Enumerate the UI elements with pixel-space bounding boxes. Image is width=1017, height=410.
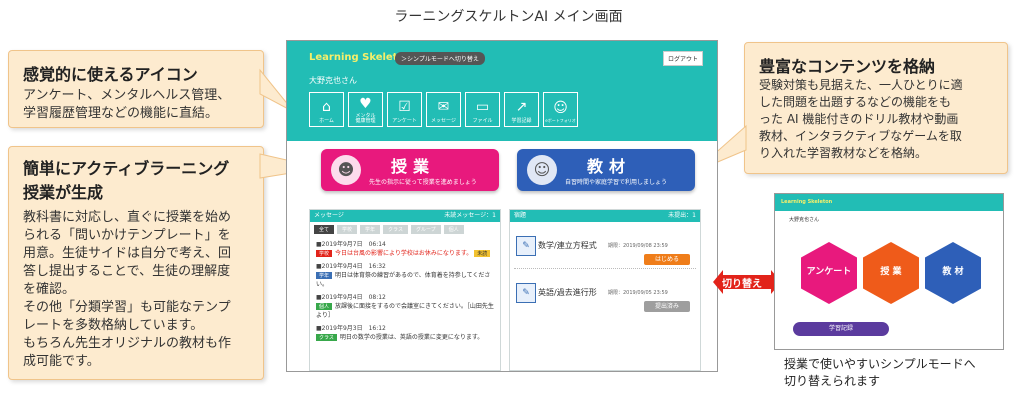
lesson-title: 授業 <box>391 157 436 176</box>
simple-lesson-button[interactable]: 授 業 <box>863 242 919 304</box>
message-panel: メッセージ 未読メッセージ：1 全て 学校 学年 クラス グループ 個人 ■20… <box>309 209 501 371</box>
mental-health-button[interactable]: ♥ メンタル 健康管理 <box>348 92 383 127</box>
callout-active-learning: 簡単にアクティブラーニング 授業が生成 教科書に対応し、直ぐに授業を始め られる… <box>8 146 264 380</box>
simple-survey-button[interactable]: アンケート <box>801 242 857 304</box>
list-item[interactable]: ■2019年9月3日 16:12 クラス 明日の数学の授業は、英語の授業に変更にな… <box>310 321 500 343</box>
student-icon: ☺ <box>527 155 557 185</box>
heart-icon: ♥ <box>359 96 372 112</box>
message-text: 明日の数学の授業は、英語の授業に変更になります。 <box>339 334 484 341</box>
lesson-button[interactable]: ☻ 授業 先生の指示に従って授業を進めましょう <box>321 149 499 191</box>
callout-intuitive-icons: 感覚的に使えるアイコン アンケート、メンタルヘルス管理、 学習履歴管理などの機能… <box>8 50 264 128</box>
unsubmitted-count: 未提出：1 <box>668 212 696 219</box>
homework-title: 英語/過去進行形 <box>538 288 597 297</box>
unread-badge: 未読 <box>474 250 491 257</box>
message-header: メッセージ <box>314 212 344 219</box>
callout-body: アンケート、メンタルヘルス管理、 学習履歴管理などの機能に直結。 <box>23 88 231 121</box>
start-button[interactable]: はじめる <box>644 254 690 265</box>
header-bar: Learning Skeleton ＞シンプルモードへ切り替え ログアウト 大野… <box>287 41 717 141</box>
list-item: ✎ 数学/連立方程式 期限：2019/09/08 23:59 はじめる <box>514 222 696 269</box>
file-button[interactable]: ▭ ファイル <box>465 92 500 127</box>
home-button[interactable]: ⌂ ホーム <box>309 92 344 127</box>
learning-record-button[interactable]: ↗ 学習記録 <box>504 92 539 127</box>
lesson-subtitle: 先生の指示に従って授業を進めましょう <box>369 179 477 186</box>
callout-body: 受験対策も見据えた、一人ひとりに適 した問題を出題するなどの機能をも った AI… <box>759 78 963 160</box>
callout-title: 豊富なコンテンツを格納 <box>759 57 936 76</box>
pencil-icon: ✎ <box>516 236 536 256</box>
callout-title: 簡単にアクティブラーニング 授業が生成 <box>23 159 230 202</box>
simple-material-button[interactable]: 教 材 <box>925 242 981 304</box>
message-tag: 学校 <box>316 250 333 257</box>
survey-button[interactable]: ☑ アンケート <box>387 92 422 127</box>
teacher-icon: ☻ <box>331 155 361 185</box>
folder-icon: ▭ <box>475 99 490 115</box>
message-tag: クラス <box>316 334 337 341</box>
tab-school[interactable]: 学校 <box>337 225 358 234</box>
list-item[interactable]: ■2019年9月4日 08:12 個人 放課後に面接をするので会議室にきてください… <box>310 290 500 321</box>
callout-body: 教科書に対応し、直ぐに授業を始め られる「問いかけテンプレート」を 用意。生徒サ… <box>23 210 232 369</box>
callout-title: 感覚的に使えるアイコン <box>23 65 198 84</box>
message-text: 今日は台風の影響により学校はお休みになります。 <box>335 250 473 257</box>
list-item[interactable]: ■2019年9月4日 16:32 学年 明日は体育祭の練習があるので、体育着を持参… <box>310 259 500 290</box>
chart-icon: ↗ <box>515 99 528 115</box>
tab-class[interactable]: クラス <box>383 225 408 234</box>
unread-count: 未読メッセージ：1 <box>444 212 496 219</box>
message-tabs: 全て 学校 学年 クラス グループ 個人 <box>310 222 500 237</box>
tab-group[interactable]: グループ <box>410 225 441 234</box>
homework-deadline: 期限：2019/09/08 23:59 <box>608 243 668 249</box>
pencil-icon: ✎ <box>516 283 536 303</box>
simple-caption: 授業で使いやすいシンプルモードへ 切り替えられます <box>784 357 976 388</box>
callout-rich-contents: 豊富なコンテンツを格納 受験対策も見据えた、一人ひとりに適 した問題を出題するな… <box>744 42 1008 174</box>
survey-icon: ☑ <box>398 99 411 115</box>
portfolio-icon: ☺ <box>553 100 568 116</box>
switch-label: 切り替え <box>722 279 762 290</box>
simple-mode-button[interactable]: ＞シンプルモードへ切り替え <box>395 52 485 65</box>
material-button[interactable]: ☺ 教材 自習時間や家庭学習で利用しましょう <box>517 149 695 191</box>
simple-record-button[interactable]: 学習記録 <box>793 322 889 336</box>
portfolio-button[interactable]: ☺ eポートフォリオ <box>543 92 578 127</box>
tab-grade[interactable]: 学年 <box>360 225 381 234</box>
material-title: 教材 <box>587 157 632 176</box>
list-item: ✎ 英語/過去進行形 期限：2019/09/05 23:59 提出済み <box>514 269 696 315</box>
message-text: 明日は体育祭の練習があるので、体育着を持参してください。 <box>316 272 491 288</box>
main-screen: Learning Skeleton ＞シンプルモードへ切り替え ログアウト 大野… <box>286 40 718 372</box>
message-tag: 個人 <box>316 303 333 310</box>
user-name: 大野克也さん <box>309 76 357 85</box>
home-icon: ⌂ <box>322 99 331 115</box>
submitted-button[interactable]: 提出済み <box>644 301 690 312</box>
message-button[interactable]: ✉ メッセージ <box>426 92 461 127</box>
simple-mode-screen: Learning Skeleton 大野克也さん アンケート 授 業 教 材 学… <box>774 193 1004 350</box>
logout-button[interactable]: ログアウト <box>662 51 703 66</box>
message-text: 放課後に面接をするので会議室にきてください。［山田先生より］ <box>316 303 494 319</box>
chat-icon: ✉ <box>437 99 450 115</box>
homework-panel: 宿題 未提出：1 ✎ 数学/連立方程式 期限：2019/09/08 23:59 … <box>509 209 701 371</box>
tab-personal[interactable]: 個人 <box>443 225 464 234</box>
homework-title: 数学/連立方程式 <box>538 241 597 250</box>
tab-all[interactable]: 全て <box>314 225 335 234</box>
homework-header: 宿題 <box>514 212 527 219</box>
page-caption: ラーニングスケルトンAI メイン画面 <box>394 9 623 25</box>
list-item[interactable]: ■2019年9月7日 06:14 学校 今日は台風の影響により学校はお休みになりま… <box>310 237 500 259</box>
simple-user-name: 大野克也さん <box>789 217 820 223</box>
homework-deadline: 期限：2019/09/05 23:59 <box>608 290 668 296</box>
simple-logo: Learning Skeleton <box>781 199 833 205</box>
icon-toolbar: ⌂ ホーム ♥ メンタル 健康管理 ☑ アンケート ✉ メッセージ ▭ ファイル ↗ 学習記… <box>309 92 578 127</box>
message-tag: 学年 <box>316 272 333 279</box>
material-subtitle: 自習時間や家庭学習で利用しましょう <box>565 179 668 186</box>
